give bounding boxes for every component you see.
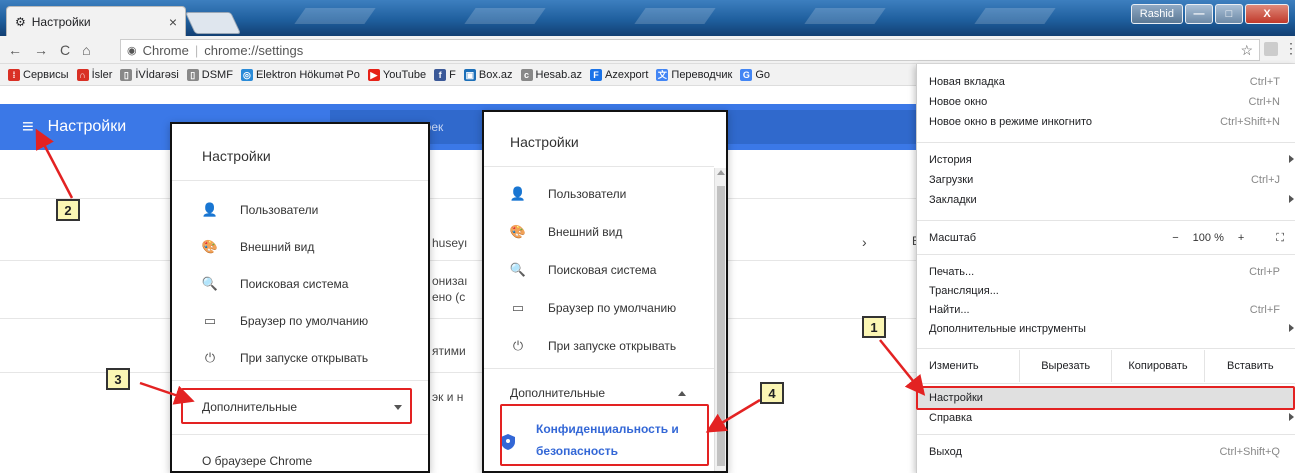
callout-arrows [35, 128, 926, 433]
callout-number-4: 4 [760, 382, 784, 404]
screenshot-root: ⚙ Настройки × Rashid — □ X ← → C ⌂ ◉ Chr… [0, 0, 1295, 473]
callout-number-3: 3 [106, 368, 130, 390]
callout-number-1: 1 [862, 316, 886, 338]
callout-number-2: 2 [56, 199, 80, 221]
